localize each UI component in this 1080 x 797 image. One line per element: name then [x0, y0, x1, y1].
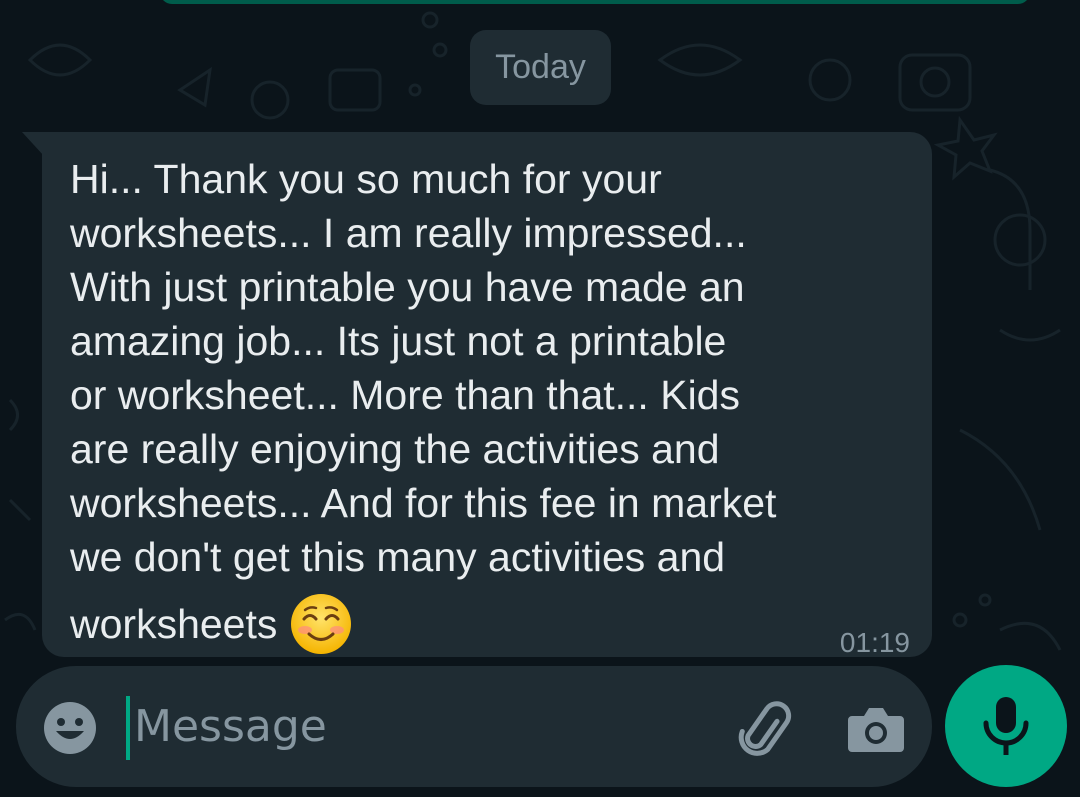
message-last-line: worksheets [70, 592, 900, 656]
message-line: worksheets... I am really impressed... [70, 210, 747, 256]
date-separator: Today [470, 30, 611, 105]
message-line: amazing job... Its just not a printable [70, 318, 727, 364]
message-text: Hi... Thank you so much for your workshe… [70, 152, 900, 656]
message-line: or worksheet... More than that... Kids [70, 372, 740, 418]
message-line: we don't get this many activities and [70, 534, 726, 580]
message-line: worksheets [70, 601, 278, 647]
bubble-tail [22, 132, 44, 156]
text-cursor [126, 696, 130, 760]
paperclip-icon[interactable] [730, 696, 794, 760]
message-line: Hi... Thank you so much for your [70, 156, 662, 202]
emoji-icon[interactable] [42, 700, 98, 756]
message-input[interactable] [134, 690, 714, 762]
message-line: are really enjoying the activities and [70, 426, 720, 472]
message-line: With just printable you have made an [70, 264, 745, 310]
message-time: 01:19 [839, 627, 910, 658]
microphone-button[interactable] [945, 665, 1067, 787]
previous-message-edge [160, 0, 1030, 4]
smiling-face-emoji-icon [291, 594, 352, 654]
microphone-icon [983, 697, 1029, 755]
camera-icon[interactable] [846, 700, 906, 756]
message-line: worksheets... And for this fee in market [70, 480, 777, 526]
message-composer [16, 666, 932, 787]
chat-area[interactable]: Today Hi... Thank you so much for your w… [0, 0, 1080, 797]
incoming-message-bubble[interactable]: Hi... Thank you so much for your workshe… [42, 132, 932, 658]
